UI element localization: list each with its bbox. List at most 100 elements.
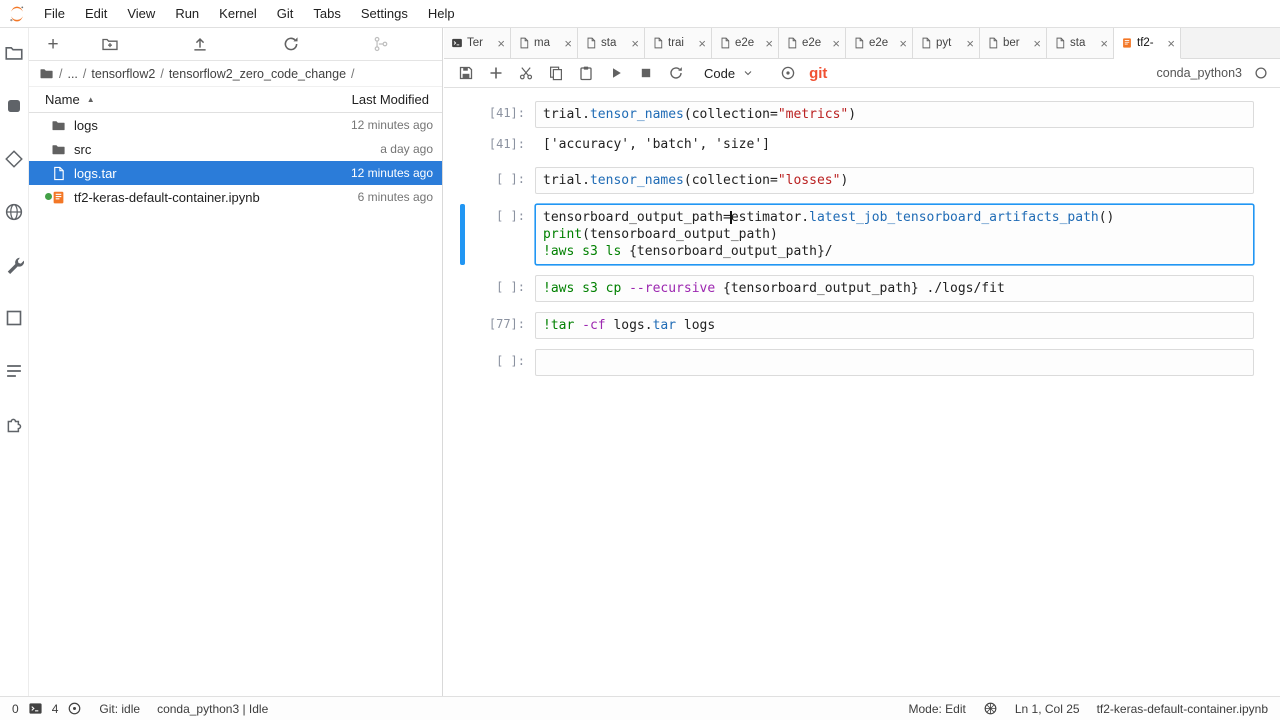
breadcrumb-segments: /.../tensorflow2/tensorflow2_zero_code_c… xyxy=(59,67,355,81)
column-last-modified[interactable]: Last Modified xyxy=(352,92,429,107)
menu-settings[interactable]: Settings xyxy=(351,1,418,26)
cursor-position[interactable]: Ln 1, Col 25 xyxy=(1015,702,1080,716)
stop-button[interactable] xyxy=(634,62,658,84)
kernels-count[interactable]: 4 xyxy=(52,702,59,716)
notebook-cell[interactable]: [ ]: xyxy=(460,349,1254,376)
close-icon[interactable]: × xyxy=(497,37,505,50)
run-button[interactable] xyxy=(604,62,628,84)
insert-cell-button[interactable] xyxy=(484,62,508,84)
notebook-area[interactable]: [41]:trial.tensor_names(collection="metr… xyxy=(444,88,1280,696)
menu-help[interactable]: Help xyxy=(418,1,465,26)
running-icon[interactable] xyxy=(4,96,24,116)
close-icon[interactable]: × xyxy=(1100,37,1108,50)
tab-e2e[interactable]: e2e× xyxy=(846,28,913,58)
table-of-contents-icon[interactable] xyxy=(4,361,24,381)
git-diamond-icon[interactable] xyxy=(4,149,24,169)
copy-button[interactable] xyxy=(544,62,568,84)
status-circle-icon[interactable] xyxy=(780,65,796,81)
file-row[interactable]: logs.tar12 minutes ago xyxy=(29,161,442,185)
notebook-cell[interactable]: [41]:trial.tensor_names(collection="metr… xyxy=(460,101,1254,157)
notebook-cell[interactable]: [ ]:tensorboard_output_path=estimator.la… xyxy=(460,204,1254,265)
tab-trai[interactable]: trai× xyxy=(645,28,712,58)
tools-icon[interactable] xyxy=(4,255,24,275)
breadcrumb-segment[interactable]: tensorflow2 xyxy=(91,67,155,81)
tab-tf2[interactable]: tf2-× xyxy=(1114,28,1181,59)
open-tabs-icon[interactable] xyxy=(4,308,24,328)
code-editor[interactable]: !aws s3 cp --recursive {tensorboard_outp… xyxy=(535,275,1254,302)
files-icon[interactable] xyxy=(4,43,24,63)
menu-view[interactable]: View xyxy=(117,1,165,26)
code-editor[interactable] xyxy=(535,349,1254,376)
notebook-cell[interactable]: [77]:!tar -cf logs.tar logs xyxy=(460,312,1254,339)
close-icon[interactable]: × xyxy=(765,37,773,50)
menu-edit[interactable]: Edit xyxy=(75,1,117,26)
close-icon[interactable]: × xyxy=(966,37,974,50)
breadcrumb-segment[interactable]: ... xyxy=(67,67,77,81)
notebook-cell[interactable]: [ ]:!aws s3 cp --recursive {tensorboard_… xyxy=(460,275,1254,302)
cut-button[interactable] xyxy=(514,62,538,84)
code-editor[interactable]: !tar -cf logs.tar logs xyxy=(535,312,1254,339)
menu-git[interactable]: Git xyxy=(267,1,304,26)
new-folder-button[interactable] xyxy=(101,35,119,53)
git-logo[interactable]: git xyxy=(809,65,827,82)
tab-e2e[interactable]: e2e× xyxy=(712,28,779,58)
breadcrumb-segment[interactable]: tensorflow2_zero_code_change xyxy=(169,67,346,81)
menu-file[interactable]: File xyxy=(34,1,75,26)
code-editor[interactable]: trial.tensor_names(collection="losses") xyxy=(535,167,1254,194)
tab-sta[interactable]: sta × xyxy=(1047,28,1114,58)
kernel-name[interactable]: conda_python3 xyxy=(1157,66,1243,80)
cell-output: ['accuracy', 'batch', 'size'] xyxy=(535,132,778,157)
git-clone-button[interactable] xyxy=(372,35,390,53)
terminals-count[interactable]: 0 xyxy=(12,702,19,716)
upload-button[interactable] xyxy=(191,35,209,53)
restart-button[interactable] xyxy=(664,62,688,84)
file-name: logs.tar xyxy=(74,166,117,181)
kernel-status[interactable]: conda_python3 | Idle xyxy=(157,702,268,716)
tab-label: Ter xyxy=(467,37,493,49)
tab-e2e[interactable]: e2e× xyxy=(779,28,846,58)
close-icon[interactable]: × xyxy=(1033,37,1041,50)
tab-ma[interactable]: ma× xyxy=(511,28,578,58)
refresh-button[interactable] xyxy=(282,35,300,53)
mode-indicator[interactable]: Mode: Edit xyxy=(908,702,965,716)
tab-sta[interactable]: sta× xyxy=(578,28,645,58)
close-icon[interactable]: × xyxy=(698,37,706,50)
paste-button[interactable] xyxy=(574,62,598,84)
tab-pyt[interactable]: pyt× xyxy=(913,28,980,58)
notebook-cell[interactable]: [ ]:trial.tensor_names(collection="losse… xyxy=(460,167,1254,194)
code-line: trial.tensor_names(collection="losses") xyxy=(543,172,1246,189)
cell-type-dropdown[interactable]: Code xyxy=(704,66,754,81)
menu-kernel[interactable]: Kernel xyxy=(209,1,267,26)
git-status[interactable]: Git: idle xyxy=(99,702,140,716)
code-line xyxy=(543,354,1246,371)
close-icon[interactable]: × xyxy=(564,37,572,50)
close-icon[interactable]: × xyxy=(631,37,639,50)
menu-run[interactable]: Run xyxy=(165,1,209,26)
output-prompt: [41]: xyxy=(465,132,535,157)
tab-ber[interactable]: ber× xyxy=(980,28,1047,58)
wheel-icon[interactable] xyxy=(983,701,998,716)
code-editor[interactable]: trial.tensor_names(collection="metrics") xyxy=(535,101,1254,128)
close-icon[interactable]: × xyxy=(1167,37,1175,50)
file-row[interactable]: srca day ago xyxy=(29,137,442,161)
web-icon[interactable] xyxy=(4,202,24,222)
code-editor[interactable]: tensorboard_output_path=estimator.latest… xyxy=(535,204,1254,265)
tab-ter[interactable]: Ter × xyxy=(444,28,511,58)
kernel-status-icon[interactable] xyxy=(1254,66,1268,80)
cell-type-value: Code xyxy=(704,66,735,81)
column-name[interactable]: Name xyxy=(45,92,80,107)
notebook-toolbar: Code git conda_python3 xyxy=(444,59,1280,88)
file-icon xyxy=(51,166,66,181)
new-launcher-button[interactable]: + xyxy=(41,35,65,54)
terminal-icon[interactable] xyxy=(28,701,43,716)
close-icon[interactable]: × xyxy=(832,37,840,50)
home-folder-icon[interactable] xyxy=(39,66,54,81)
close-icon[interactable]: × xyxy=(899,37,907,50)
tab-label: sta xyxy=(1070,37,1096,49)
kernels-icon[interactable] xyxy=(67,701,82,716)
menu-tabs[interactable]: Tabs xyxy=(303,1,350,26)
file-row[interactable]: logs12 minutes ago xyxy=(29,113,442,137)
extensions-icon[interactable] xyxy=(4,414,24,434)
save-button[interactable] xyxy=(454,62,478,84)
file-row[interactable]: tf2-keras-default-container.ipynb6 minut… xyxy=(29,185,442,209)
